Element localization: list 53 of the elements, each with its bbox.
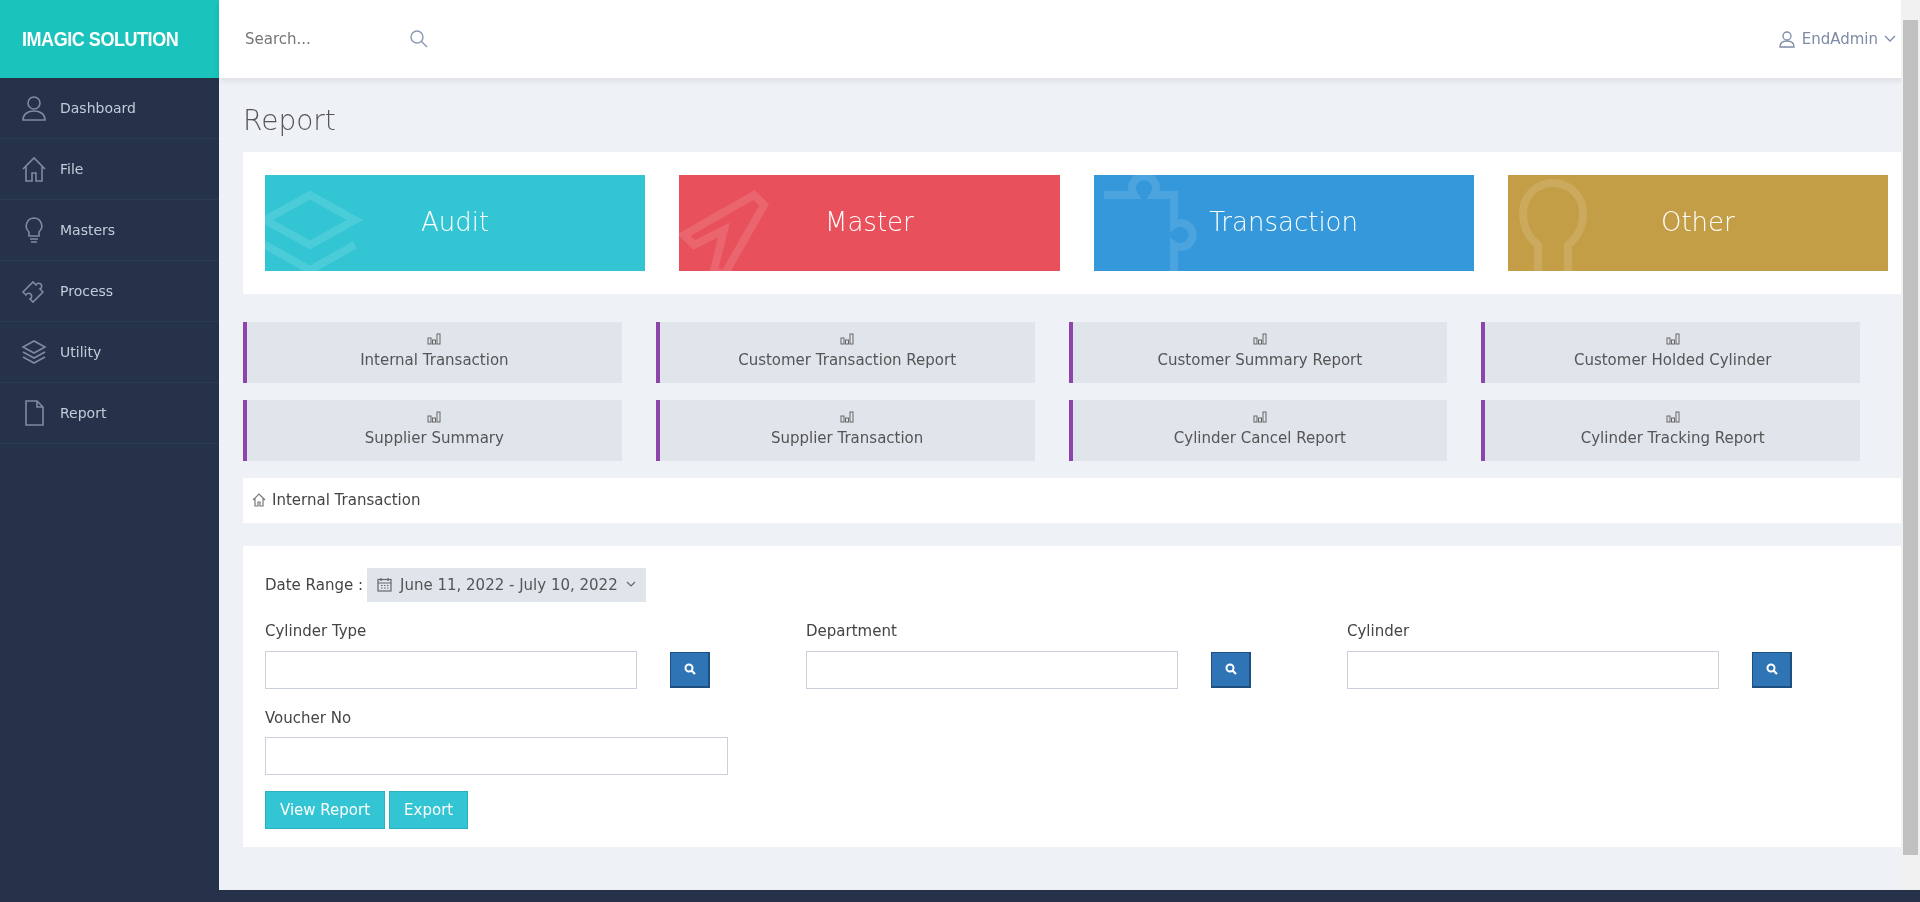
search-icon[interactable] [409,29,429,49]
date-range-picker[interactable]: June 11, 2022 - July 10, 2022 [367,567,646,603]
home-icon [20,155,48,183]
sidebar-item[interactable]: File [0,139,219,200]
search-icon [1224,663,1237,676]
field-label: Cylinder Type [265,621,368,643]
bar-chart-icon [1252,410,1267,423]
brand-title: IMAGIC SOLUTION [22,27,179,52]
sidebar-item[interactable]: Dashboard [0,78,219,139]
report-link[interactable]: Supplier Summary [243,399,622,461]
calendar-icon [377,577,392,593]
bar-chart-icon [840,410,855,423]
report-link[interactable]: Customer Transaction Report [655,321,1035,383]
bar-chart-icon [1665,410,1680,423]
user-menu[interactable]: EndAdmin [1801,27,1878,51]
category-tile[interactable]: Transaction [1093,174,1474,271]
chevron-down-icon [625,581,636,589]
bar-chart-icon [1665,332,1680,345]
home-icon[interactable] [251,492,267,509]
bar-chart-icon [427,332,442,345]
search-button[interactable] [670,651,710,688]
user-icon [1777,30,1796,48]
sidebar-item[interactable]: Masters [0,200,219,261]
chevron-down-icon[interactable] [1884,35,1896,43]
input-field[interactable] [265,650,637,689]
input-field[interactable] [265,737,728,776]
input-field[interactable] [1347,650,1719,689]
category-tile[interactable]: Master [679,174,1060,271]
sidebar-item[interactable]: Process [0,261,219,322]
report-link[interactable]: Cylinder Tracking Report [1481,399,1860,461]
bar-chart-icon [1252,332,1267,345]
report-link[interactable]: Customer Summary Report [1068,321,1448,383]
report-link[interactable]: Cylinder Cancel Report [1068,399,1448,461]
report-link[interactable]: Supplier Transaction [655,399,1035,461]
field-label: Voucher No [265,707,353,729]
search-icon [1765,663,1778,676]
bar-chart-icon [427,410,442,423]
input-field[interactable] [806,650,1178,689]
field-label: Department [806,621,898,643]
breadcrumb-item[interactable]: Internal Transaction [272,488,421,512]
sidebar-item[interactable]: Utility [0,322,219,383]
page-title: Report [243,104,337,138]
layers-icon [20,338,48,366]
person-icon [20,94,48,122]
bar-chart-icon [840,332,855,345]
field-label: Cylinder [1347,621,1411,643]
search-icon [683,663,696,676]
date-range-label: Date Range : [265,574,363,596]
search-button[interactable] [1752,651,1792,688]
search-button[interactable] [1211,651,1251,688]
report-link[interactable]: Internal Transaction [243,321,622,383]
report-link[interactable]: Customer Holded Cylinder [1481,321,1860,383]
sidebar-item[interactable]: Report [0,383,219,444]
